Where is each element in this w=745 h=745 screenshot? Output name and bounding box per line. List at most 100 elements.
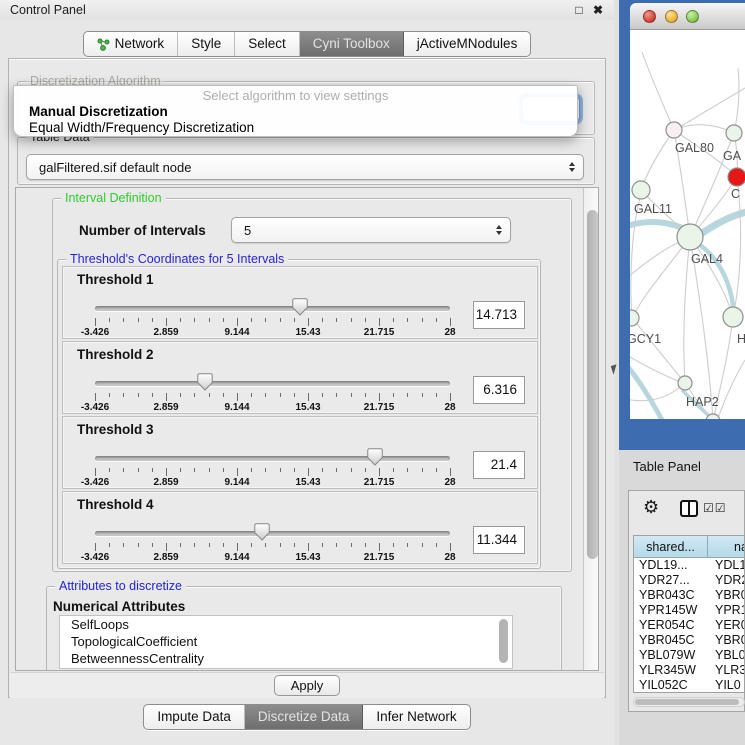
checkbox-icons[interactable]: ☑☑ [703,501,727,515]
tab-cyni-toolbox[interactable]: Cyni Toolbox [300,32,404,56]
table-cell[interactable]: YDR27... [634,573,708,588]
attribute-list-item[interactable]: TopologicalCoefficient [60,633,512,650]
table-row[interactable]: YER054CYER0 [634,618,745,633]
apply-button[interactable]: Apply [274,675,340,696]
tick-mark [138,318,139,322]
table-cell[interactable]: YER054C [634,618,708,633]
slider-thumb[interactable] [197,373,213,391]
tab-style[interactable]: Style [178,32,235,56]
dropdown-item-equal-width-frequency[interactable]: Equal Width/Frequency Discretization [14,120,577,136]
control-panel-window: Control Panel □ ✖ Network Style Select C… [0,0,614,745]
table-cell[interactable]: YBR0 [708,633,745,648]
table-row[interactable]: YBL079WYBL0 [634,648,745,663]
table-cell[interactable]: YLR345W [634,663,708,678]
attributes-list-scrollbar[interactable] [498,618,509,666]
tick-mark [237,393,238,401]
slider-track[interactable] [95,381,450,386]
table-row[interactable]: YBR045CYBR0 [634,633,745,648]
network-node-GAL4[interactable] [677,224,703,250]
threshold-1-value-field[interactable]: 14.713 [473,301,525,329]
tab-infer-network[interactable]: Infer Network [363,705,469,729]
table-row[interactable]: YDR27...YDR2 [634,573,745,588]
table-row[interactable]: YIL052CYIL0 [634,678,745,693]
tick-label: 15.43 [295,327,320,338]
dropdown-prompt-item[interactable]: Select algorithm to view settings [14,88,577,104]
zoom-traffic-light[interactable] [686,10,699,23]
table-row[interactable]: YLR345WYLR3 [634,663,745,678]
minimize-traffic-light[interactable] [665,10,678,23]
table-cell[interactable]: YLR3 [708,663,745,678]
bottom-segmented-control: Impute Data Discretize Data Infer Networ… [143,704,470,730]
table-cell[interactable]: YBR045C [634,633,708,648]
table-cell[interactable]: YDL19... [634,558,708,573]
network-node-GA[interactable] [726,125,742,141]
node-label: HAP2 [686,395,719,409]
scrollbar-thumb[interactable] [635,699,739,705]
network-node-HAP2[interactable] [678,376,692,390]
slider-track[interactable] [95,531,450,536]
numerical-attributes-list[interactable]: SelfLoopsTopologicalCoefficientBetweenne… [59,615,513,669]
table-cell[interactable]: YPR145W [634,603,708,618]
threshold-4-slider[interactable] [95,522,450,544]
network-node-GAL80[interactable] [666,122,682,138]
threshold-3-value-field[interactable]: 21.4 [473,451,525,479]
slider-thumb[interactable] [292,298,308,316]
network-node-H[interactable] [723,307,743,327]
scrollbar-thumb[interactable] [587,210,598,559]
tab-network[interactable]: Network [84,32,179,56]
columns-icon[interactable] [680,500,698,517]
threshold-2-value-field[interactable]: 6.316 [473,376,525,404]
tick-mark [379,318,380,326]
threshold-1-slider[interactable] [95,297,450,319]
table-row[interactable]: YBR043CYBR0 [634,588,745,603]
tab-impute-data[interactable]: Impute Data [144,705,245,729]
slider-thumb[interactable] [254,523,270,541]
settings-vertical-scrollbar[interactable] [583,188,599,671]
slider-track[interactable] [95,456,450,461]
table-cell[interactable]: YIL0 [708,678,745,693]
attribute-list-item[interactable]: SelfLoops [60,616,512,633]
slider-track[interactable] [95,306,450,311]
tick-mark [407,543,408,547]
table-cell[interactable]: YDR2 [708,573,745,588]
table-row[interactable]: YDL19...YDL1 [634,558,745,573]
table-cell[interactable]: YPR1 [708,603,745,618]
close-icon[interactable]: ✖ [591,3,605,17]
threshold-3-slider[interactable] [95,447,450,469]
table-cell[interactable]: YDL1 [708,558,745,573]
network-canvas[interactable]: GAL80GACGAL11GAL4GCY1HHAP2 [630,30,745,419]
column-header-shared-name[interactable]: shared... [634,536,708,558]
table-data-combobox[interactable]: galFiltered.sif default node [26,154,584,180]
thresholds-group-title: Threshold's Coordinates for 5 Intervals [66,252,288,266]
close-traffic-light[interactable] [643,10,656,23]
tab-infer-network-label: Infer Network [376,705,456,729]
table-row[interactable]: YPR145WYPR1 [634,603,745,618]
tick-mark [393,318,394,322]
table-cell[interactable]: YBL0 [708,648,745,663]
table-cell[interactable]: YBR0 [708,588,745,603]
tab-jactivemnodules[interactable]: jActiveMNodules [404,32,531,56]
dropdown-item-manual-discretization[interactable]: Manual Discretization [14,104,577,120]
network-node-GAL11[interactable] [632,181,650,199]
table-cell[interactable]: YBR043C [634,588,708,603]
network-node-C[interactable] [728,168,745,186]
tab-select[interactable]: Select [235,32,300,56]
threshold-4-value-field[interactable]: 11.344 [473,526,525,554]
float-window-icon[interactable]: □ [572,3,586,17]
network-node-GCY1[interactable] [630,310,639,326]
column-header-name[interactable]: na [708,536,745,558]
threshold-2-slider[interactable] [95,372,450,394]
spinner-arrows-icon [569,162,575,172]
tick-mark [365,543,366,547]
attribute-list-item[interactable]: BetweennessCentrality [60,650,512,667]
table-cell[interactable]: YER0 [708,618,745,633]
network-window-titlebar [630,3,745,30]
num-intervals-combobox[interactable]: 5 [231,217,511,243]
table-cell[interactable]: YBL079W [634,648,708,663]
tick-mark [109,393,110,397]
table-cell[interactable]: YIL052C [634,678,708,693]
slider-thumb[interactable] [367,448,383,466]
tab-discretize-data[interactable]: Discretize Data [245,705,364,729]
gear-icon[interactable]: ⚙ [643,497,659,518]
table-horizontal-scrollbar[interactable] [633,697,745,707]
